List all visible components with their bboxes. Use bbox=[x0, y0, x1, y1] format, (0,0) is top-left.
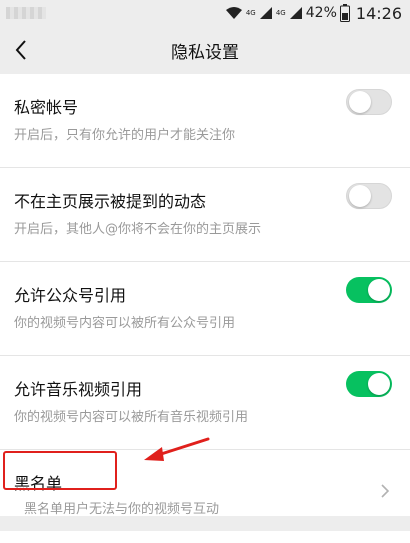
setting-description: 你的视频号内容可以被所有音乐视频引用 bbox=[14, 410, 249, 425]
chevron-right-icon bbox=[381, 484, 390, 498]
annotation-arrow-icon bbox=[144, 437, 210, 461]
setting-title: 私密帐号 bbox=[14, 98, 79, 117]
setting-private-account: 私密帐号 开启后，只有你允许的用户才能关注你 bbox=[0, 74, 410, 168]
battery-percent: 42% bbox=[305, 5, 337, 21]
private-account-toggle[interactable] bbox=[346, 89, 392, 115]
setting-title: 允许音乐视频引用 bbox=[14, 380, 143, 399]
setting-description: 开启后，其他人@你将不会在你的主页展示 bbox=[14, 222, 262, 237]
hide-mentions-toggle[interactable] bbox=[346, 183, 392, 209]
network-type-label-2: 4G bbox=[275, 9, 286, 17]
setting-description: 你的视频号内容可以被所有公众号引用 bbox=[14, 316, 236, 331]
setting-official-account-quote: 允许公众号引用 你的视频号内容可以被所有公众号引用 bbox=[0, 262, 410, 356]
setting-description: 黑名单用户无法与你的视频号互动 bbox=[24, 502, 220, 517]
toggle-knob bbox=[349, 185, 371, 207]
official-account-quote-toggle[interactable] bbox=[346, 277, 392, 303]
battery-icon bbox=[339, 4, 350, 22]
nav-bar: 隐私设置 bbox=[0, 26, 410, 74]
network-type-label: 4G bbox=[245, 9, 256, 17]
setting-title: 允许公众号引用 bbox=[14, 286, 127, 305]
status-bar: 4G 4G 42% 14:26 bbox=[0, 0, 410, 26]
signal-icon-2 bbox=[289, 7, 302, 19]
toggle-knob bbox=[368, 279, 390, 301]
setting-description: 开启后，只有你允许的用户才能关注你 bbox=[14, 128, 236, 143]
blurred-notification-icons bbox=[6, 7, 46, 19]
setting-hide-mentions: 不在主页展示被提到的动态 开启后，其他人@你将不会在你的主页展示 bbox=[0, 168, 410, 262]
setting-title: 不在主页展示被提到的动态 bbox=[14, 192, 207, 211]
page-title: 隐私设置 bbox=[171, 43, 239, 63]
annotation-highlight-box bbox=[3, 451, 117, 490]
music-video-quote-toggle[interactable] bbox=[346, 371, 392, 397]
toggle-knob bbox=[349, 91, 371, 113]
wifi-icon bbox=[225, 7, 242, 19]
signal-icon bbox=[259, 7, 272, 19]
clock: 14:26 bbox=[355, 3, 402, 23]
bottom-gap bbox=[0, 516, 410, 531]
status-icons: 4G 4G 42% 14:26 bbox=[225, 3, 402, 23]
toggle-knob bbox=[368, 373, 390, 395]
